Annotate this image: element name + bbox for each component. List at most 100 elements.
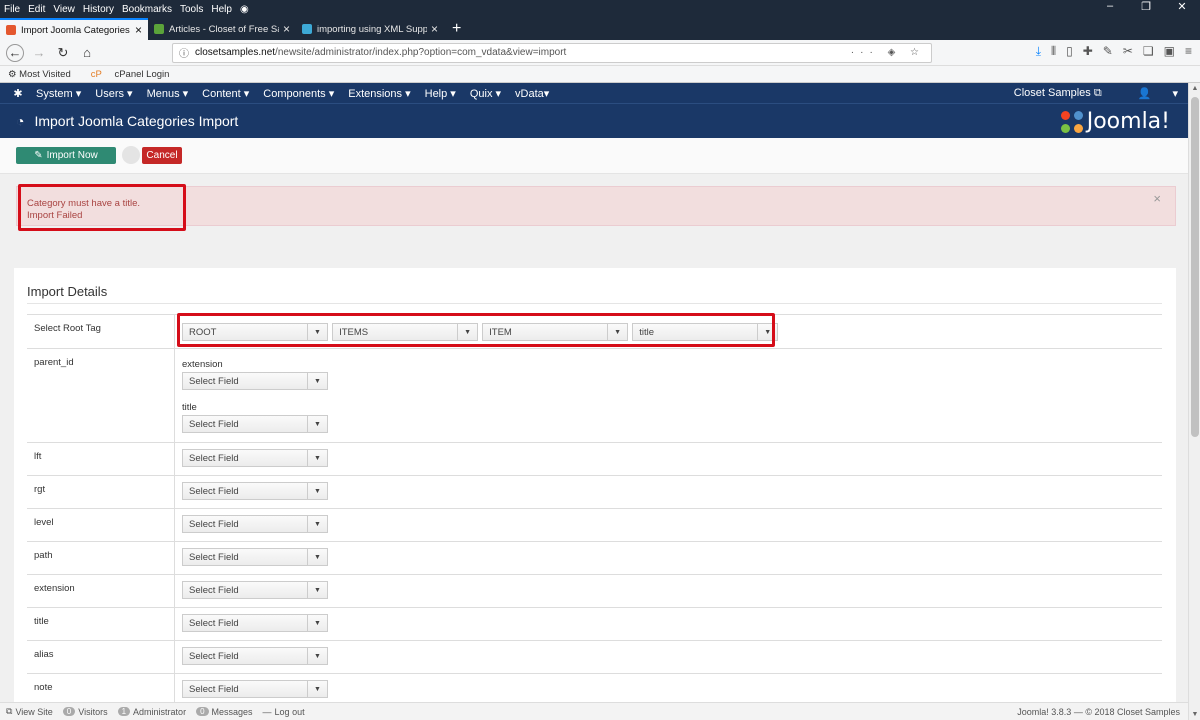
visitors-link[interactable]: 0 Visitors bbox=[62, 707, 108, 717]
chevron-down-icon: ▼ bbox=[307, 373, 327, 389]
menu-history[interactable]: History bbox=[83, 4, 114, 15]
firefox-icon: ◉ bbox=[239, 3, 249, 15]
menu-edit[interactable]: Edit bbox=[28, 4, 45, 15]
home-icon[interactable]: ⌂ bbox=[78, 44, 96, 62]
field-label: alias bbox=[27, 641, 175, 673]
menu-file[interactable]: File bbox=[4, 4, 20, 15]
download-icon[interactable]: ⤓ bbox=[1036, 44, 1041, 59]
messages-badge: 0 bbox=[196, 707, 209, 716]
tab-import-categories[interactable]: Import Joomla Categories Impo × bbox=[0, 18, 148, 40]
page-actions-icon[interactable]: ··· ◈ ☆ bbox=[851, 47, 925, 58]
info-icon[interactable]: ⓘ bbox=[179, 45, 189, 60]
menu-users[interactable]: Users ▾ bbox=[95, 87, 132, 100]
back-arrow-icon[interactable]: ← bbox=[6, 43, 24, 62]
minimize-icon[interactable]: – bbox=[1092, 0, 1128, 13]
version-text: Joomla! 3.8.3 — © 2018 Closet Samples bbox=[1017, 706, 1180, 717]
tab-close-icon[interactable]: × bbox=[431, 22, 438, 36]
field-mapping-table: Select Root Tag ROOT ▼ ITEMS ▼ ITEM ▼ title… bbox=[27, 314, 1162, 707]
chevron-down-icon: ▼ bbox=[307, 615, 327, 631]
joomla-admin-menu: ✱ System ▾ Users ▾ Menus ▾ Content ▾ Com… bbox=[0, 83, 1188, 103]
panel-divider bbox=[27, 303, 1162, 304]
tab-strip: Import Joomla Categories Impo × Articles… bbox=[0, 18, 1200, 40]
scroll-up-icon[interactable]: ▲ bbox=[1189, 85, 1200, 92]
user-menu[interactable]: 👤 ▾ bbox=[1120, 87, 1178, 100]
alert-highlight-box bbox=[18, 184, 186, 231]
menu-view[interactable]: View bbox=[53, 4, 75, 15]
bookmark-cpanel-login[interactable]: cP cPanel Login bbox=[91, 69, 180, 80]
table-row: path Select Field ▼ bbox=[27, 542, 1162, 575]
page-header: ◔ Import Joomla Categories Import Joomla… bbox=[0, 103, 1188, 138]
alias-select[interactable]: Select Field ▼ bbox=[182, 647, 328, 665]
messages-link[interactable]: 0 Messages bbox=[196, 707, 253, 717]
brand-name: Joomla! bbox=[1086, 109, 1170, 134]
view-site-link[interactable]: ⧉ View Site bbox=[6, 706, 53, 717]
bookmarks-toolbar: ⚙ Most Visited cP cPanel Login bbox=[0, 66, 1200, 83]
table-row: level Select Field ▼ bbox=[27, 509, 1162, 542]
level-select[interactable]: Select Field ▼ bbox=[182, 515, 328, 533]
parent-id-fields: extension Select Field ▼ title Select Fie… bbox=[175, 349, 1162, 442]
menu-tools[interactable]: Tools bbox=[180, 4, 203, 15]
menu-help[interactable]: Help ▾ bbox=[425, 87, 456, 100]
extension-sublabel: extension bbox=[182, 359, 223, 370]
menu-menus[interactable]: Menus ▾ bbox=[147, 87, 189, 100]
joomla-brand: Joomla! bbox=[1060, 109, 1170, 134]
title-sublabel: title bbox=[182, 402, 197, 413]
root-tag-label: Select Root Tag bbox=[27, 315, 175, 348]
wrench-icon[interactable]: ✎ bbox=[1103, 44, 1113, 59]
lft-select[interactable]: Select Field ▼ bbox=[182, 449, 328, 467]
library-icon[interactable]: ⫴ bbox=[1051, 44, 1056, 59]
tab-close-icon[interactable]: × bbox=[135, 23, 142, 37]
new-tab-icon[interactable]: + bbox=[444, 18, 469, 40]
menu-components[interactable]: Components ▾ bbox=[263, 87, 334, 100]
site-link[interactable]: Closet Samples ⧉ bbox=[1014, 87, 1102, 100]
bookmark-most-visited[interactable]: ⚙ Most Visited bbox=[8, 69, 81, 80]
extension-icon[interactable]: ✚ bbox=[1083, 44, 1093, 59]
menu-vdata[interactable]: vData▾ bbox=[515, 87, 549, 100]
table-row: alias Select Field ▼ bbox=[27, 641, 1162, 674]
parent-title-select[interactable]: Select Field ▼ bbox=[182, 415, 328, 433]
close-window-icon[interactable]: ✕ bbox=[1164, 0, 1200, 13]
copy-icon[interactable]: ❏ bbox=[1143, 44, 1154, 59]
url-bar[interactable]: ⓘ closetsamples.net /newsite/administrat… bbox=[172, 42, 932, 63]
extension-select[interactable]: Select Field ▼ bbox=[182, 581, 328, 599]
title-field-select[interactable]: Select Field ▼ bbox=[182, 614, 328, 632]
logout-link[interactable]: — Log out bbox=[263, 707, 305, 717]
tab-close-icon[interactable]: × bbox=[283, 22, 290, 36]
path-select[interactable]: Select Field ▼ bbox=[182, 548, 328, 566]
menu-extensions[interactable]: Extensions ▾ bbox=[348, 87, 410, 100]
menu-help[interactable]: Help bbox=[211, 4, 232, 15]
panel-title: Import Details bbox=[27, 284, 108, 299]
hamburger-menu-icon[interactable]: ≡ bbox=[1185, 44, 1192, 59]
tab-xml-support[interactable]: importing using XML Support × bbox=[296, 18, 444, 40]
restore-icon[interactable]: ❐ bbox=[1128, 0, 1164, 13]
import-now-button[interactable]: ✎ Import Now bbox=[16, 147, 116, 164]
url-host: closetsamples.net bbox=[195, 47, 276, 58]
scrollbar-thumb[interactable] bbox=[1191, 97, 1199, 437]
parent-extension-select[interactable]: Select Field ▼ bbox=[182, 372, 328, 390]
external-link-icon: ⧉ bbox=[6, 706, 13, 716]
clipboard-icon[interactable]: ▣ bbox=[1164, 44, 1175, 59]
tab-title: importing using XML Support bbox=[317, 23, 427, 35]
reload-icon[interactable]: ↻ bbox=[54, 44, 72, 62]
root-tag-highlight-box bbox=[177, 313, 775, 347]
alert-close-icon[interactable]: × bbox=[1153, 191, 1161, 206]
menu-content[interactable]: Content ▾ bbox=[202, 87, 249, 100]
joomla-logo-icon[interactable]: ✱ bbox=[0, 87, 36, 100]
scissors-icon[interactable]: ✂ bbox=[1123, 44, 1133, 59]
note-select[interactable]: Select Field ▼ bbox=[182, 680, 328, 698]
forward-arrow-icon[interactable]: → bbox=[30, 44, 48, 62]
table-row: parent_id extension Select Field ▼ title … bbox=[27, 349, 1162, 443]
tab-articles[interactable]: Articles - Closet of Free Sampl × bbox=[148, 18, 296, 40]
menu-quix[interactable]: Quix ▾ bbox=[470, 87, 501, 100]
scroll-down-icon[interactable]: ▼ bbox=[1189, 711, 1200, 718]
toolbar-icons: ⤓ ⫴ ▯ ✚ ✎ ✂ ❏ ▣ ≡ bbox=[1026, 44, 1192, 59]
page-scrollbar[interactable]: ▲ ▼ bbox=[1188, 83, 1200, 720]
rgt-select[interactable]: Select Field ▼ bbox=[182, 482, 328, 500]
menu-system[interactable]: System ▾ bbox=[36, 87, 81, 100]
sidebar-icon[interactable]: ▯ bbox=[1066, 44, 1073, 59]
admin-badge: 1 bbox=[117, 707, 131, 716]
cancel-button[interactable]: Cancel bbox=[142, 146, 182, 164]
administrator-link[interactable]: 1 Administrator bbox=[117, 707, 186, 717]
menu-bookmarks[interactable]: Bookmarks bbox=[122, 4, 172, 15]
chevron-down-icon: ▼ bbox=[307, 416, 327, 432]
